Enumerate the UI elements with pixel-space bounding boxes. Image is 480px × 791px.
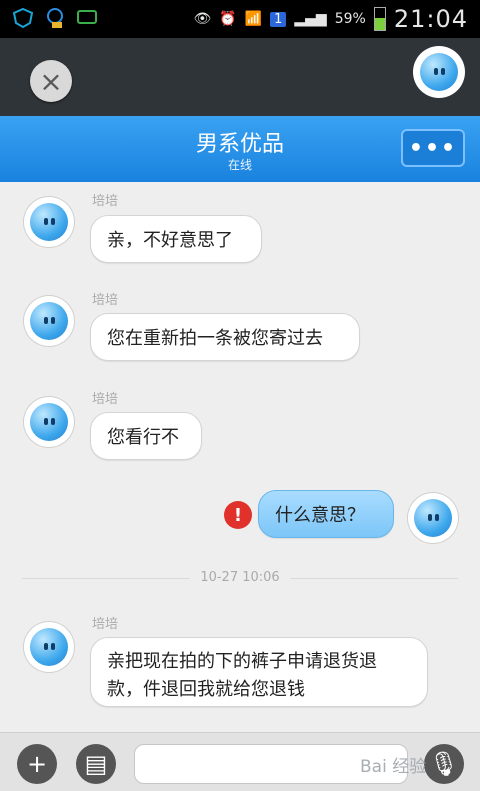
message-bubble[interactable]: 您看行不 bbox=[90, 412, 202, 460]
eye-icon: 👁 bbox=[193, 11, 212, 27]
avatar-icon bbox=[30, 403, 68, 441]
message-bubble[interactable]: 您在重新拍一条被您寄过去 bbox=[90, 313, 360, 361]
contact-avatar-button[interactable] bbox=[413, 46, 465, 98]
avatar-icon bbox=[30, 203, 68, 241]
emoji-button[interactable]: ▤ bbox=[76, 744, 116, 784]
wifi-icon: 📶 bbox=[244, 11, 263, 27]
status-time: 21:04 bbox=[393, 5, 468, 33]
sender-avatar[interactable] bbox=[24, 397, 74, 447]
sender-name: 培培 bbox=[92, 392, 119, 407]
sender-name: 培培 bbox=[92, 194, 119, 209]
qq-chat-icon bbox=[44, 7, 66, 29]
message-timestamp: 10-27 10:06 bbox=[190, 570, 290, 585]
sender-name: 培培 bbox=[92, 617, 119, 632]
avatar-icon bbox=[420, 53, 458, 91]
voice-button[interactable]: 🎙 bbox=[424, 744, 464, 784]
sender-avatar[interactable] bbox=[24, 622, 74, 672]
avatar-icon bbox=[30, 302, 68, 340]
more-button[interactable]: ••• bbox=[401, 129, 465, 167]
signal-icon: ▂▄▆ bbox=[294, 11, 327, 27]
sim-icon: 1 bbox=[270, 11, 287, 27]
top-bar bbox=[0, 38, 480, 116]
message-bubble[interactable]: 亲，不好意思了 bbox=[90, 215, 262, 263]
status-indicators: 👁 ⏰ 📶 1 ▂▄▆ 59% 21:04 bbox=[193, 0, 468, 38]
sender-avatar[interactable] bbox=[24, 197, 74, 247]
shield-icon bbox=[12, 7, 34, 29]
message-icon bbox=[76, 7, 98, 29]
sender-avatar[interactable] bbox=[24, 296, 74, 346]
notification-icons bbox=[12, 7, 98, 29]
avatar-icon bbox=[414, 499, 452, 537]
add-button[interactable]: + bbox=[17, 744, 57, 784]
battery-percent: 59% bbox=[334, 11, 366, 27]
outgoing-message-bubble[interactable]: 什么意思？ bbox=[258, 490, 394, 538]
alarm-icon: ⏰ bbox=[219, 11, 237, 27]
message-bubble[interactable]: 亲把现在拍的下的裤子申请退货退款，件退回我就给您退钱 bbox=[90, 637, 428, 707]
watermark: Bai 经验 bbox=[360, 757, 427, 777]
send-failed-icon[interactable]: ! bbox=[224, 501, 252, 529]
battery-icon bbox=[373, 7, 386, 31]
close-button[interactable]: × bbox=[30, 60, 72, 102]
avatar-icon bbox=[30, 628, 68, 666]
status-bar: 👁 ⏰ 📶 1 ▂▄▆ 59% 21:04 bbox=[0, 0, 480, 38]
my-avatar[interactable] bbox=[408, 493, 458, 543]
sender-name: 培培 bbox=[92, 293, 119, 308]
